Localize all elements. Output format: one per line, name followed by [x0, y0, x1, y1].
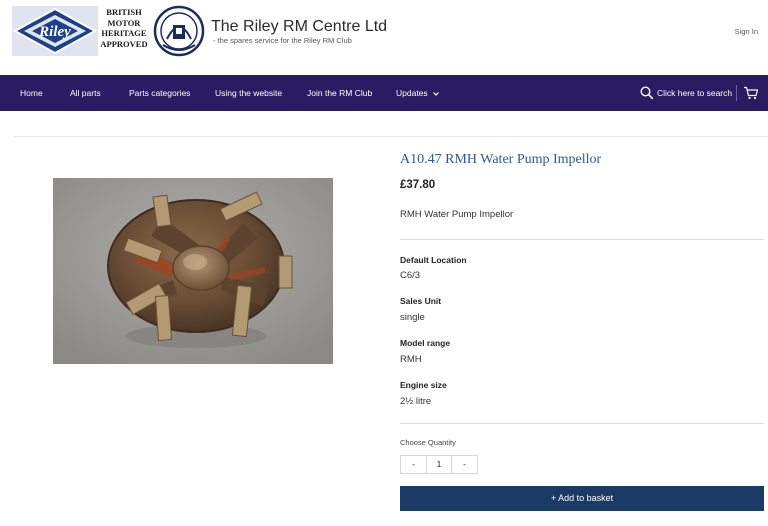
badge-line: HERITAGE: [101, 28, 147, 38]
cart-icon[interactable]: [743, 86, 759, 100]
site-header: Riley BRITISH MOTOR HERITAGE APPROVED Th…: [0, 0, 768, 75]
search-icon: [640, 86, 654, 100]
nav-using-website[interactable]: Using the website: [215, 75, 282, 111]
rm-club-emblem[interactable]: [153, 5, 205, 57]
nav-home[interactable]: Home: [20, 75, 43, 111]
product-price: £37.80: [400, 179, 436, 191]
product-image[interactable]: [53, 178, 333, 364]
site-subtitle: - the spares service for the Riley RM Cl…: [213, 36, 352, 45]
attr-label-engine-size: Engine size: [400, 380, 447, 390]
quantity-stepper: - 1 -: [400, 455, 478, 474]
attr-value-engine-size: 2½ litre: [400, 396, 432, 407]
content-divider: [14, 136, 768, 137]
info-divider: [400, 239, 764, 240]
nav-parts-categories[interactable]: Parts categories: [129, 75, 190, 111]
search-label: Click here to search: [657, 88, 733, 98]
add-to-basket-button[interactable]: + Add to basket: [400, 486, 764, 511]
quantity-label: Choose Quantity: [400, 438, 456, 447]
nav-updates-label: Updates: [396, 88, 428, 98]
attr-label-sales-unit: Sales Unit: [400, 296, 442, 306]
nav-join-club[interactable]: Join the RM Club: [307, 75, 372, 111]
attr-label-location: Default Location: [400, 255, 467, 265]
quantity-input[interactable]: 1: [426, 456, 452, 473]
badge-line: MOTOR: [107, 17, 141, 28]
nav-updates[interactable]: Updates: [396, 75, 440, 111]
riley-logo-text: Riley: [38, 24, 71, 40]
chevron-down-icon: [433, 91, 439, 96]
attr-value-sales-unit: single: [400, 312, 425, 323]
badge-line: BRITISH: [106, 7, 142, 17]
attr-value-model-range: RMH: [400, 354, 422, 365]
riley-diamond-logo: Riley: [12, 6, 98, 56]
impellor-illustration: [53, 178, 333, 364]
sign-in-link[interactable]: Sign In: [735, 27, 758, 36]
attr-value-location: C6/3: [400, 270, 421, 281]
heritage-badge-text: BRITISH MOTOR HERITAGE APPROVED: [96, 7, 152, 49]
product-description: RMH Water Pump Impellor: [400, 209, 514, 220]
badge-line: APPROVED: [100, 38, 148, 49]
site-title[interactable]: The Riley RM Centre Ltd: [211, 18, 387, 36]
nav-all-parts[interactable]: All parts: [70, 75, 101, 111]
search-button[interactable]: Click here to search: [640, 75, 732, 111]
attr-label-model-range: Model range: [400, 338, 451, 348]
main-nav: Home All parts Parts categories Using th…: [0, 75, 768, 111]
product-title: A10.47 RMH Water Pump Impellor: [400, 152, 602, 167]
nav-divider: [736, 85, 737, 101]
quantity-increment-button[interactable]: -: [452, 456, 477, 473]
info-divider: [400, 423, 764, 424]
quantity-decrement-button[interactable]: -: [401, 456, 426, 473]
